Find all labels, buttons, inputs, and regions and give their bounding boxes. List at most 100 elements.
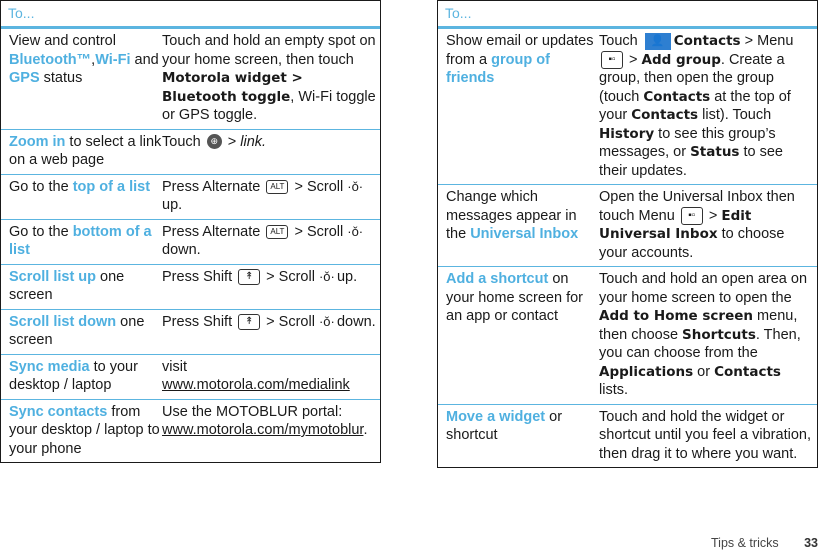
ui-term: Add group (641, 51, 721, 68)
highlight-term: Move a widget (446, 408, 546, 425)
instruction-cell: visit www.motorola.com/medialink (162, 355, 380, 399)
ui-term: Contacts (631, 107, 699, 123)
zoom-icon: ⊕ (206, 134, 222, 150)
table-row: Sync media to your desktop / laptop visit… (1, 355, 380, 400)
text-run: > Scroll (290, 223, 348, 240)
text-run: Press Shift (162, 268, 237, 285)
text-run: Go to the (9, 223, 73, 240)
menu-key-icon: ▪▫ (680, 206, 703, 225)
table-header: To... (1, 0, 380, 29)
instruction-cell: Touch and hold an open area on your home… (599, 267, 817, 404)
text-run: Go to the (9, 178, 73, 195)
task-cell: Show email or updates from a group of fr… (438, 29, 599, 184)
ui-term: Applications (599, 363, 694, 380)
instruction-cell: Use the MOTOBLUR portal: www.motorola.co… (162, 400, 380, 463)
text-run: Touch (162, 133, 205, 150)
text-run: > (625, 51, 642, 68)
table-row: Scroll list down one screen Press Shift ↟… (1, 310, 380, 355)
table-row: Show email or updates from a group of fr… (438, 29, 817, 185)
highlight-term: Scroll list up (9, 268, 97, 285)
scroll-icon: ·ǒ· (318, 268, 335, 284)
text-run: > Menu (740, 33, 794, 49)
section-title: Tips & tricks (711, 536, 779, 550)
text-run: and (130, 51, 159, 68)
table-row: Go to the top of a list Press Alternate A… (1, 175, 380, 220)
text-run: Press Shift (162, 313, 237, 330)
tips-table-right: To... Show email or updates from a group… (437, 0, 818, 468)
table-row: View and control Bluetooth™,Wi-Fi and GP… (1, 29, 380, 130)
table-row: Sync contacts from your desktop / laptop… (1, 400, 380, 463)
text-run: up. (162, 197, 183, 213)
table-row: Move a widget or shortcut Touch and hold … (438, 405, 817, 468)
tips-table-left: To... View and control Bluetooth™,Wi-Fi … (0, 0, 381, 463)
instruction-cell: Touch 👤 Contacts > Menu ▪▫ > Add group. C… (599, 29, 817, 184)
task-cell: Sync media to your desktop / laptop (1, 355, 162, 399)
text-run: Touch and hold the widget or shortcut un… (599, 408, 811, 462)
task-cell: Add a shortcut on your home screen for a… (438, 267, 599, 404)
text-run: > (704, 207, 722, 224)
text-run: Press Alternate (162, 223, 265, 240)
alt-key-icon: ALT (266, 224, 289, 239)
text-run: or (693, 363, 715, 380)
shift-key-icon: ↟ (238, 268, 261, 285)
link[interactable]: www.motorola.com/medialink (162, 377, 350, 393)
instruction-cell: Press Shift ↟ > Scroll ·ǒ· down. (162, 310, 380, 354)
text-run: > Scroll (262, 313, 319, 330)
task-cell: Go to the bottom of a list (1, 220, 162, 264)
highlight-term: Bluetooth™ (9, 51, 92, 68)
table-row: Zoom in to select a link on a web page To… (1, 130, 380, 175)
task-cell: Zoom in to select a link on a web page (1, 130, 162, 174)
text-run: Use the MOTOBLUR portal: (162, 403, 343, 420)
scroll-icon: ·ǒ· (318, 313, 335, 329)
ui-term: Contacts (643, 88, 711, 105)
instruction-cell: Touch and hold an empty spot on your hom… (162, 29, 380, 129)
text-run: View and control (9, 33, 116, 49)
ui-term: Shortcuts (682, 326, 756, 343)
highlight-term: top of a list (72, 178, 151, 195)
highlight-term: Sync contacts (9, 403, 108, 420)
text-run: link. (240, 133, 267, 150)
page-number: 33 (804, 536, 818, 550)
instruction-cell: Press Alternate ALT > Scroll ·ǒ· up. (162, 175, 380, 219)
text-run: list). Touch (698, 107, 772, 123)
task-cell: Sync contacts from your desktop / laptop… (1, 400, 162, 463)
instruction-cell: Touch ⊕ > link. (162, 130, 380, 174)
shift-key-icon: ↟ (238, 313, 261, 330)
ui-term: Add to Home screen (599, 308, 754, 324)
ui-term: Contacts (714, 363, 781, 380)
highlight-term: Universal Inbox (470, 226, 579, 242)
highlight-term: GPS (9, 70, 40, 86)
task-cell: Change which messages appear in the Univ… (438, 185, 599, 266)
ui-term: Motorola widget > Bluetooth toggle (162, 70, 303, 105)
instruction-cell: Touch and hold the widget or shortcut un… (599, 405, 817, 468)
highlight-term: Zoom in (9, 133, 66, 150)
instruction-cell: Press Alternate ALT > Scroll ·ǒ· down. (162, 220, 380, 264)
text-run: lists. (599, 382, 628, 398)
highlight-term: Wi-Fi (95, 51, 131, 68)
table-header: To... (438, 0, 817, 29)
task-cell: Scroll list down one screen (1, 310, 162, 354)
task-cell: View and control Bluetooth™,Wi-Fi and GP… (1, 29, 162, 129)
scroll-icon: ·ǒ· (347, 223, 364, 239)
text-run: visit (162, 358, 187, 375)
highlight-term: Sync media (9, 358, 90, 375)
instruction-cell: Press Shift ↟ > Scroll ·ǒ· up. (162, 265, 380, 309)
page-footer: Tips & tricks 33 (711, 536, 818, 550)
table-body: Show email or updates from a group of fr… (438, 29, 817, 467)
text-run: > Scroll (290, 178, 348, 195)
text-run: status (39, 70, 83, 86)
task-cell: Move a widget or shortcut (438, 405, 599, 468)
ui-term: History (599, 125, 655, 142)
text-run: > (223, 133, 241, 150)
table-row: Go to the bottom of a list Press Alternat… (1, 220, 380, 265)
scroll-icon: ·ǒ· (347, 178, 364, 194)
highlight-term: Add a shortcut (446, 271, 549, 287)
link[interactable]: www.motorola.com/mymotoblur (162, 422, 363, 438)
text-run: up. (332, 268, 358, 285)
text-run: . (363, 422, 368, 438)
task-cell: Scroll list up one screen (1, 265, 162, 309)
instruction-cell: Open the Universal Inbox then touch Menu… (599, 185, 817, 266)
menu-key-icon: ▪▫ (601, 50, 623, 69)
alt-key-icon: ALT (266, 179, 289, 194)
text-run: > Scroll (262, 268, 319, 285)
